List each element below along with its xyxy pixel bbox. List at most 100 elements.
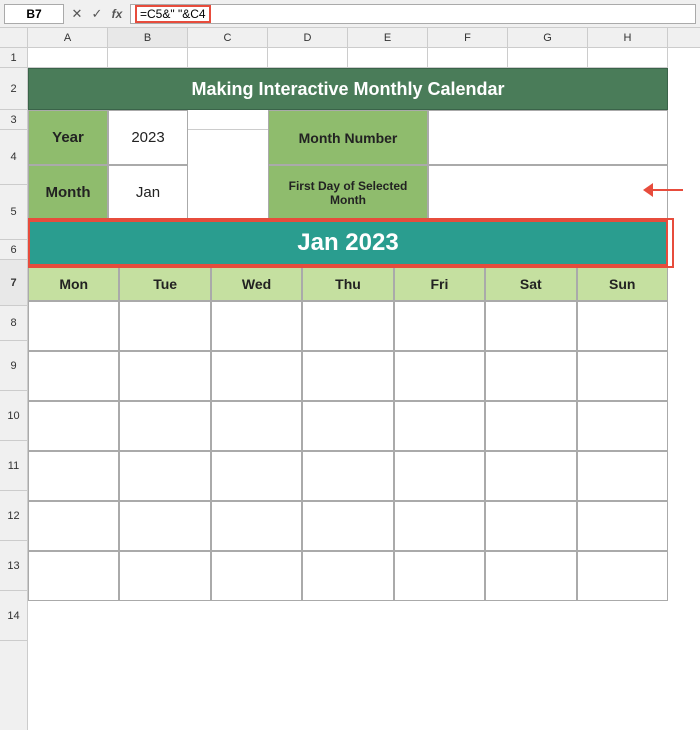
month-number-label: Month Number (268, 110, 428, 165)
cal-cell-14-5[interactable] (394, 551, 485, 601)
cell-g1[interactable] (508, 48, 588, 67)
cal-cell-10-4[interactable] (302, 351, 393, 401)
arrow-head-icon (643, 183, 653, 197)
cell-f1[interactable] (428, 48, 508, 67)
cal-cell-14-2[interactable] (119, 551, 210, 601)
cal-cell-10-3[interactable] (211, 351, 302, 401)
row-num-11: 11 (0, 441, 27, 491)
cal-cell-11-5[interactable] (394, 401, 485, 451)
cal-cell-9-1[interactable] (28, 301, 119, 351)
cell-c1[interactable] (188, 48, 268, 67)
cal-cell-10-2[interactable] (119, 351, 210, 401)
cal-cell-9-5[interactable] (394, 301, 485, 351)
cal-cell-11-3[interactable] (211, 401, 302, 451)
day-header-sun: Sun (577, 266, 668, 301)
col-header-h: H (588, 28, 668, 47)
cal-row-13 (28, 501, 668, 551)
cal-cell-9-2[interactable] (119, 301, 210, 351)
grid-content: Making Interactive Monthly Calendar Year… (28, 48, 700, 730)
cal-cell-9-4[interactable] (302, 301, 393, 351)
month-value[interactable]: Jan (108, 165, 188, 220)
cal-cell-11-7[interactable] (577, 401, 668, 451)
col-header-a: A (28, 28, 108, 47)
cal-cell-11-6[interactable] (485, 401, 576, 451)
col-header-row (0, 28, 28, 47)
cell-b1[interactable] (108, 48, 188, 67)
cal-cell-12-6[interactable] (485, 451, 576, 501)
first-day-value[interactable] (428, 165, 668, 220)
cell-e1[interactable] (348, 48, 428, 67)
cal-cell-13-2[interactable] (119, 501, 210, 551)
row-num-1: 1 (0, 48, 27, 68)
cal-cell-13-7[interactable] (577, 501, 668, 551)
first-day-row: First Day of Selected Month (268, 165, 668, 220)
day-header-wed: Wed (211, 266, 302, 301)
cal-row-10 (28, 351, 668, 401)
cal-cell-13-1[interactable] (28, 501, 119, 551)
cal-row-9 (28, 301, 668, 351)
day-header-thu: Thu (302, 266, 393, 301)
cal-cell-10-1[interactable] (28, 351, 119, 401)
cal-cell-9-3[interactable] (211, 301, 302, 351)
day-header-tue: Tue (119, 266, 210, 301)
col-header-b: B (108, 28, 188, 47)
col-header-e: E (348, 28, 428, 47)
day-header-fri: Fri (394, 266, 485, 301)
year-label: Year (28, 110, 108, 165)
month-row: Month Jan (28, 165, 268, 220)
row-num-2: 2 (0, 68, 27, 110)
cal-cell-10-6[interactable] (485, 351, 576, 401)
cal-cell-14-1[interactable] (28, 551, 119, 601)
function-icon[interactable]: fx (108, 5, 126, 23)
cal-cell-12-2[interactable] (119, 451, 210, 501)
cal-cell-9-6[interactable] (485, 301, 576, 351)
formula-input[interactable]: =C5&" "&C4 (130, 4, 696, 24)
cal-cell-13-4[interactable] (302, 501, 393, 551)
cal-cell-12-3[interactable] (211, 451, 302, 501)
cal-cell-12-1[interactable] (28, 451, 119, 501)
calendar-banner: Jan 2023 (28, 220, 668, 266)
cal-cell-9-7[interactable] (577, 301, 668, 351)
year-row: Year 2023 (28, 110, 268, 165)
title-text: Making Interactive Monthly Calendar (191, 79, 504, 100)
cal-cell-11-2[interactable] (119, 401, 210, 451)
cal-row-11 (28, 401, 668, 451)
cancel-icon[interactable]: ✕ (68, 5, 86, 23)
month-label: Month (28, 165, 108, 220)
cal-cell-13-6[interactable] (485, 501, 576, 551)
cal-cell-13-3[interactable] (211, 501, 302, 551)
cal-cell-14-3[interactable] (211, 551, 302, 601)
month-number-row: Month Number (268, 110, 668, 165)
cell-d1[interactable] (268, 48, 348, 67)
cell-a1[interactable] (28, 48, 108, 67)
cal-cell-10-7[interactable] (577, 351, 668, 401)
row-num-3: 3 (0, 110, 27, 130)
rows-area: 1 2 3 4 5 6 7 8 9 10 11 12 13 14 (0, 48, 700, 730)
col-header-c: C (188, 28, 268, 47)
month-number-value[interactable] (428, 110, 668, 165)
cal-cell-11-1[interactable] (28, 401, 119, 451)
main-table: Making Interactive Monthly Calendar Year… (28, 48, 700, 730)
title-banner: Making Interactive Monthly Calendar (28, 68, 668, 110)
row-num-14: 14 (0, 591, 27, 641)
cal-cell-12-4[interactable] (302, 451, 393, 501)
confirm-icon[interactable]: ✓ (88, 5, 106, 23)
row-num-10: 10 (0, 391, 27, 441)
cal-cell-12-5[interactable] (394, 451, 485, 501)
cal-cell-13-5[interactable] (394, 501, 485, 551)
cell-h1[interactable] (588, 48, 668, 67)
col-header-f: F (428, 28, 508, 47)
first-day-label: First Day of Selected Month (268, 165, 428, 220)
cal-cell-14-7[interactable] (577, 551, 668, 601)
spreadsheet: A B C D E F G H 1 2 3 4 5 6 7 8 9 10 11 … (0, 28, 700, 730)
cell-reference[interactable]: B7 (4, 4, 64, 24)
cal-cell-12-7[interactable] (577, 451, 668, 501)
day-header-mon: Mon (28, 266, 119, 301)
cal-cell-10-5[interactable] (394, 351, 485, 401)
cal-cell-14-6[interactable] (485, 551, 576, 601)
cal-cell-11-4[interactable] (302, 401, 393, 451)
cal-cell-14-4[interactable] (302, 551, 393, 601)
formula-text: =C5&" "&C4 (135, 5, 211, 23)
left-info-block: Year 2023 Month Jan (28, 110, 268, 220)
year-value[interactable]: 2023 (108, 110, 188, 165)
